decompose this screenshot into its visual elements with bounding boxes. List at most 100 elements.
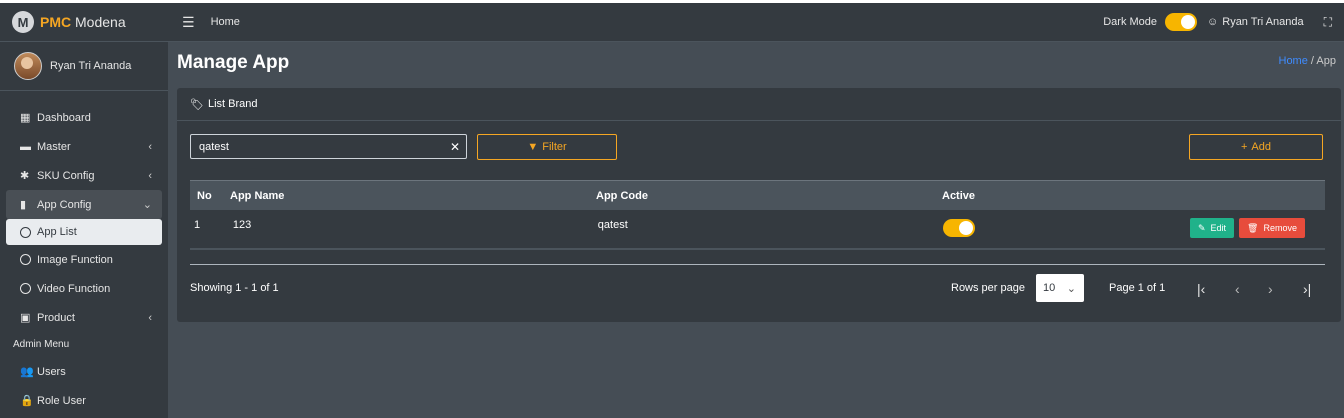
brand-logo: M: [12, 11, 34, 33]
filter-icon: ▼: [527, 141, 539, 153]
sidebar-item-master[interactable]: ▬ Master ‹: [0, 132, 168, 161]
sidebar-item-label: Role User: [37, 394, 86, 407]
sidebar-item-app-config[interactable]: ▮ App Config ⌄: [6, 190, 162, 219]
brand[interactable]: M PMC Modena: [0, 3, 168, 42]
phone-icon: ▮: [20, 199, 27, 211]
topbar-right: Dark Mode ☺ Ryan Tri Ananda ⛶: [1103, 3, 1344, 41]
table-header: No App Name App Code Active: [190, 180, 1325, 210]
box-icon: ▣: [20, 312, 31, 324]
add-label: Add: [1251, 141, 1271, 153]
app-table: No App Name App Code Active 1 123 qatest…: [190, 180, 1325, 250]
plus-icon: +: [1240, 141, 1248, 153]
edit-icon: ✎: [1197, 222, 1206, 233]
remove-button[interactable]: 🗑 Remove: [1239, 218, 1305, 238]
fullscreen-icon[interactable]: ⛶: [1324, 15, 1332, 30]
first-page-icon[interactable]: |‹: [1197, 281, 1205, 297]
edit-button[interactable]: ✎ Edit: [1189, 218, 1235, 238]
cell-app-code: qatest: [597, 219, 628, 231]
header-active: Active: [942, 189, 976, 202]
hamburger-menu-icon[interactable]: ☰: [182, 14, 195, 31]
grid-icon: ▦: [20, 112, 31, 124]
sidebar-item-label: App Config: [37, 198, 92, 211]
remove-label: Remove: [1263, 223, 1297, 233]
sidebar-item-label: Video Function: [37, 282, 111, 295]
sidebar-item-label: SKU Config: [37, 169, 95, 182]
sidebar-nav: ▦ Dashboard ▬ Master ‹ ✱ SKU Config ‹ ▮ …: [0, 91, 168, 415]
circle-icon: [20, 254, 31, 265]
chevron-down-icon: ⌄: [142, 199, 152, 211]
brand-name: PMC Modena: [40, 14, 126, 30]
cell-actions: ✎ Edit 🗑 Remove: [1189, 212, 1325, 238]
trash-icon: 🗑: [1247, 222, 1259, 233]
sidebar-item-app-list[interactable]: App List: [6, 219, 162, 245]
sidebar-item-label: App List: [37, 226, 77, 238]
list-card: 🏷 List Brand ✕ ▼ Filter + Add No App Nam…: [177, 88, 1341, 322]
rows-per-page-value: 10: [1043, 282, 1056, 294]
tags-icon: 🏷: [190, 98, 204, 111]
prev-page-icon[interactable]: ‹: [1235, 281, 1240, 297]
gear-icon: ✱: [20, 170, 30, 182]
topbar: ☰ Home Dark Mode ☺ Ryan Tri Ananda ⛶: [168, 3, 1344, 42]
sidebar-item-label: Image Function: [37, 253, 113, 266]
header-no: No: [197, 189, 212, 202]
sidebar-item-image-function[interactable]: Image Function: [0, 245, 168, 274]
header-app-code: App Code: [596, 189, 648, 202]
sidebar-item-video-function[interactable]: Video Function: [0, 274, 168, 303]
chevron-left-icon: ‹: [148, 311, 152, 324]
sidebar-item-label: Product: [37, 311, 75, 324]
card-header: 🏷 List Brand: [177, 88, 1341, 121]
search-field: ✕: [190, 134, 467, 159]
card-title: List Brand: [207, 98, 258, 110]
lock-icon: 🔒: [20, 395, 34, 407]
sidebar: M PMC Modena Ryan Tri Ananda ▦ Dashboard…: [0, 3, 168, 418]
rows-per-page-label: Rows per page: [951, 282, 1025, 294]
admin-menu-header: Admin Menu: [13, 339, 70, 350]
avatar: [14, 52, 42, 80]
header-app-name: App Name: [230, 189, 285, 202]
add-button[interactable]: + Add: [1189, 134, 1323, 160]
cell-no: 1: [194, 219, 201, 231]
breadcrumb: Home / App: [1279, 55, 1337, 67]
circle-icon: [20, 283, 31, 294]
sidebar-item-label: Dashboard: [37, 111, 91, 124]
breadcrumb-home[interactable]: Home: [1279, 55, 1308, 67]
topbar-home-link[interactable]: Home: [211, 16, 240, 28]
topbar-user[interactable]: ☺ Ryan Tri Ananda: [1207, 16, 1304, 28]
rows-per-page-select[interactable]: 10 ⌄: [1036, 274, 1084, 302]
sidebar-item-dashboard[interactable]: ▦ Dashboard: [0, 103, 168, 132]
breadcrumb-separator: /: [1310, 55, 1314, 67]
page-title: Manage App: [177, 52, 290, 73]
chevron-down-icon: ⌄: [1066, 282, 1076, 295]
cell-active: [942, 213, 1190, 237]
car-icon: ▬: [20, 140, 31, 153]
edit-label: Edit: [1210, 223, 1227, 233]
search-input[interactable]: [191, 139, 441, 154]
divider: [190, 264, 1325, 265]
last-page-icon[interactable]: ›|: [1303, 281, 1311, 297]
user-icon: ☺: [1207, 16, 1219, 28]
page-of-text: Page 1 of 1: [1109, 282, 1166, 294]
filter-button[interactable]: ▼ Filter: [477, 134, 617, 160]
table-row: 1 123 qatest ✎ Edit 🗑 Remove: [190, 210, 1325, 250]
sidebar-item-label: Master: [37, 140, 71, 153]
chevron-left-icon: ‹: [148, 140, 152, 153]
sidebar-item-users[interactable]: 👥 Users: [0, 357, 168, 386]
topbar-user-name: Ryan Tri Ananda: [1222, 16, 1304, 28]
circle-icon: [20, 226, 31, 238]
filter-label: Filter: [542, 141, 567, 153]
sidebar-item-role-user[interactable]: 🔒 Role User: [0, 386, 168, 415]
chevron-left-icon: ‹: [148, 169, 152, 182]
next-page-icon[interactable]: ›: [1268, 281, 1273, 297]
user-name: Ryan Tri Ananda: [50, 60, 132, 72]
cell-app-name: 123: [232, 219, 252, 231]
users-icon: 👥: [20, 366, 34, 378]
showing-text: Showing 1 - 1 of 1: [190, 282, 279, 294]
clear-icon[interactable]: ✕: [450, 140, 460, 154]
sidebar-item-product[interactable]: ▣ Product ‹: [0, 303, 168, 332]
breadcrumb-current: App: [1316, 55, 1336, 67]
active-toggle[interactable]: [942, 219, 975, 237]
dark-mode-toggle[interactable]: [1165, 13, 1198, 31]
sidebar-item-sku-config[interactable]: ✱ SKU Config ‹: [0, 161, 168, 190]
user-panel[interactable]: Ryan Tri Ananda: [0, 42, 168, 91]
dark-mode-label: Dark Mode: [1103, 16, 1158, 28]
